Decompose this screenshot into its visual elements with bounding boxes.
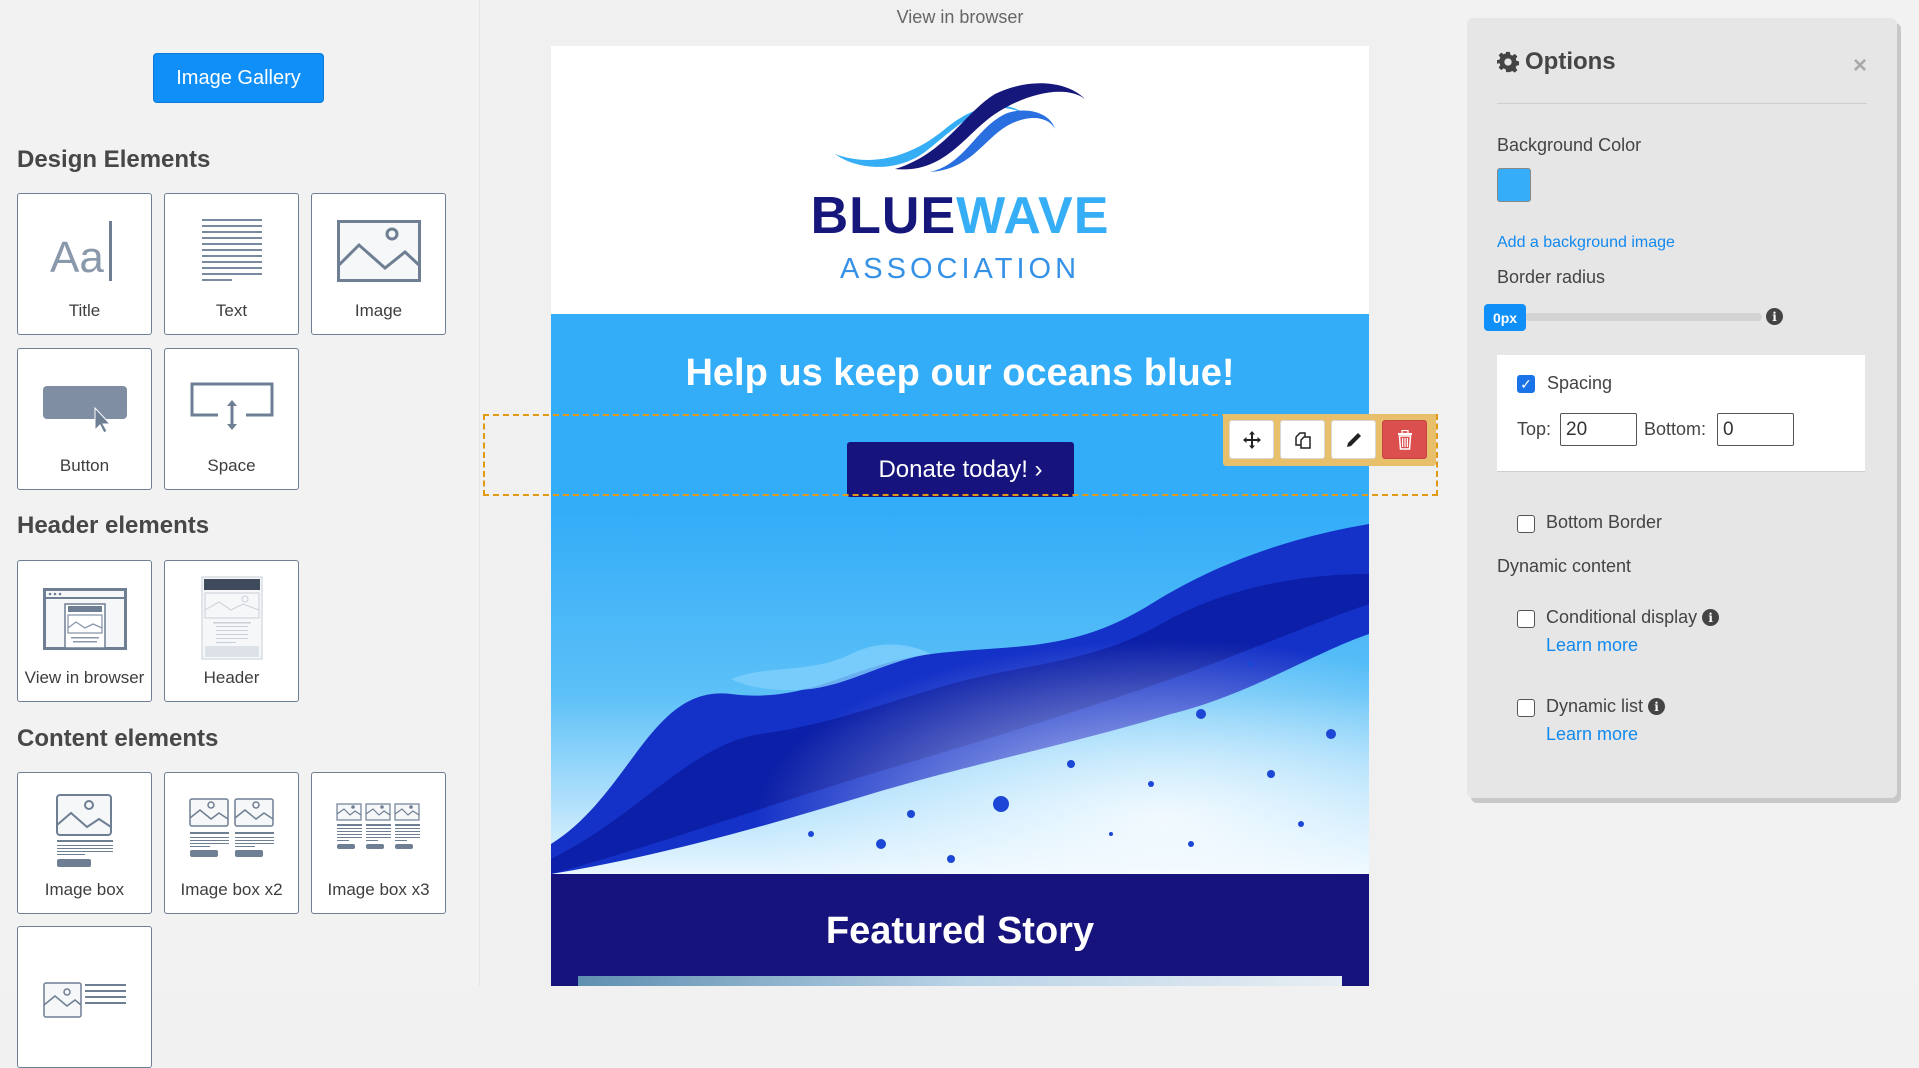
right-panel: Options × Background Color Add a backgro… [1439, 0, 1919, 986]
spacing-bottom-input[interactable] [1717, 413, 1794, 446]
delete-block-button[interactable] [1382, 420, 1427, 459]
border-radius-slider-handle[interactable]: 0px [1484, 304, 1526, 331]
element-tile-image-box-x3[interactable]: Image box x3 [311, 772, 446, 914]
spacing-group: ✓ Spacing Top: Bottom: [1497, 355, 1865, 472]
featured-story-image[interactable] [578, 976, 1342, 986]
section-title-content: Content elements [17, 725, 219, 752]
logo-word-blue: BLUE [810, 187, 957, 245]
close-options-button[interactable]: × [1853, 52, 1867, 80]
divider [1497, 103, 1867, 104]
background-color-swatch[interactable] [1497, 168, 1531, 202]
conditional-display-checkbox[interactable] [1517, 610, 1535, 628]
email-body: BLUEWAVE ASSOCIATION Help us keep our oc… [551, 46, 1369, 986]
featured-story-title[interactable]: Featured Story [551, 910, 1369, 953]
border-radius-info-icon[interactable]: i [1766, 308, 1783, 325]
spacing-top-input[interactable] [1560, 413, 1637, 446]
section-title-header: Header elements [17, 512, 210, 539]
dynamic-content-label: Dynamic content [1497, 556, 1632, 576]
dynamic-list-row: Dynamic list i [1546, 696, 1666, 717]
move-block-button[interactable] [1229, 420, 1274, 459]
hero-title[interactable]: Help us keep our oceans blue! [551, 352, 1369, 395]
email-canvas: View in browser BLUEWAVE ASSOCIATION Hel… [481, 0, 1439, 986]
image-box-icon [18, 791, 151, 871]
image-box-x3-icon [312, 791, 445, 871]
view-in-browser-link[interactable]: View in browser [481, 7, 1439, 28]
svg-text:Aa: Aa [50, 233, 104, 282]
conditional-display-learn-more[interactable]: Learn more [1546, 635, 1638, 656]
duplicate-icon [1294, 431, 1311, 449]
spacing-top-label: Top: [1517, 419, 1552, 439]
options-title: Options [1525, 48, 1616, 75]
logo-wordmark: BLUEWAVE [551, 186, 1369, 246]
tile-label: Space [207, 456, 256, 475]
element-tile-title[interactable]: Aa Title [17, 193, 152, 335]
elements-sidebar: Image Gallery Design Elements Aa Title T… [0, 0, 480, 1068]
bottom-border-label: Bottom Border [1546, 512, 1663, 532]
move-icon [1242, 430, 1261, 449]
spacing-bottom-label: Bottom: [1644, 419, 1707, 439]
logo-subtitle: ASSOCIATION [839, 253, 1081, 285]
tile-label: Image [354, 301, 403, 320]
element-tile-image-text[interactable] [17, 926, 152, 1068]
dynamic-list-info-icon[interactable]: i [1648, 698, 1666, 715]
pencil-icon [1346, 432, 1361, 447]
header-layout-icon [165, 573, 298, 663]
tile-label: Image box [44, 880, 125, 899]
logo-word-wave: WAVE [956, 187, 1110, 245]
browser-window-icon [18, 579, 151, 659]
image-box-x2-icon [165, 791, 298, 871]
duplicate-block-button[interactable] [1280, 420, 1325, 459]
element-tile-image[interactable]: Image [311, 193, 446, 335]
donate-button[interactable]: Donate today! › [847, 442, 1074, 497]
tile-label: Header [203, 668, 260, 687]
space-icon [165, 367, 298, 447]
conditional-display-row: Conditional display i [1546, 607, 1720, 628]
section-title-design: Design Elements [17, 146, 211, 173]
image-icon [312, 212, 445, 292]
tile-label: Title [68, 301, 101, 320]
options-panel: Options × Background Color Add a backgro… [1467, 18, 1897, 798]
conditional-display-label: Conditional display [1546, 607, 1698, 627]
dynamic-list-checkbox[interactable] [1517, 699, 1535, 717]
tile-label: Image box x3 [327, 880, 430, 899]
spacing-checkbox[interactable]: ✓ [1517, 375, 1535, 393]
add-background-image-link[interactable]: Add a background image [1497, 234, 1675, 252]
element-tile-button[interactable]: Button [17, 348, 152, 490]
bottom-border-checkbox[interactable] [1517, 515, 1535, 533]
image-text-icon [18, 945, 151, 1025]
featured-story-section[interactable]: Featured Story [551, 874, 1369, 986]
border-radius-label: Border radius [1497, 267, 1606, 287]
dynamic-list-learn-more[interactable]: Learn more [1546, 724, 1638, 745]
tile-label: View in browser [24, 668, 145, 687]
hero-section[interactable]: Help us keep our oceans blue! Donate tod… [551, 314, 1369, 874]
options-header: Options [1497, 48, 1616, 76]
element-tile-image-box[interactable]: Image box [17, 772, 152, 914]
image-gallery-button[interactable]: Image Gallery [153, 53, 324, 103]
element-tile-view-in-browser[interactable]: View in browser [17, 560, 152, 702]
tile-label: Image box x2 [180, 880, 283, 899]
border-radius-slider-track[interactable] [1525, 313, 1762, 321]
block-toolbar [1223, 414, 1436, 466]
wave-logo-icon [835, 83, 1085, 172]
tile-label: Button [59, 456, 110, 475]
water-splash-image[interactable] [551, 514, 1369, 874]
dynamic-list-label: Dynamic list [1546, 696, 1644, 716]
trash-icon [1397, 429, 1412, 450]
element-tile-image-box-x2[interactable]: Image box x2 [164, 772, 299, 914]
background-color-label: Background Color [1497, 135, 1642, 155]
element-tile-text[interactable]: Text [164, 193, 299, 335]
title-icon: Aa [18, 212, 151, 292]
element-tile-header[interactable]: Header [164, 560, 299, 702]
gear-icon [1497, 51, 1519, 73]
edit-block-button[interactable] [1331, 420, 1376, 459]
tile-label: Text [215, 301, 248, 320]
logo-block[interactable]: BLUEWAVE ASSOCIATION [551, 46, 1369, 314]
element-tile-space[interactable]: Space [164, 348, 299, 490]
conditional-display-info-icon[interactable]: i [1702, 609, 1720, 626]
spacing-label: Spacing [1547, 373, 1613, 393]
text-lines-icon [165, 212, 298, 292]
button-icon [18, 367, 151, 447]
